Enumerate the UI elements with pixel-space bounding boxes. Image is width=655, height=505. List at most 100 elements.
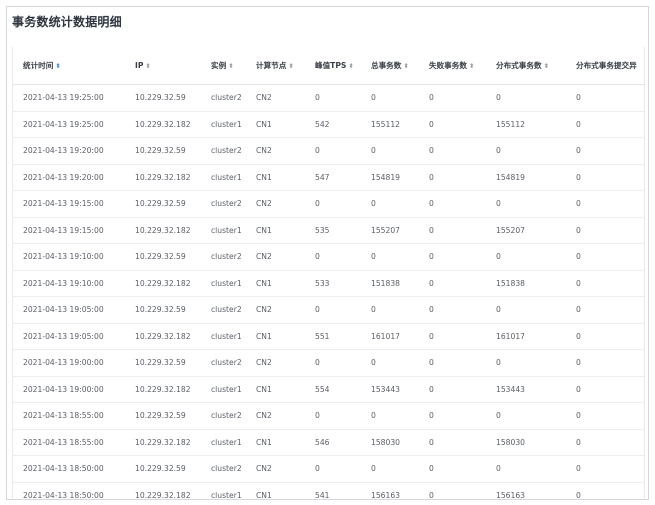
column-header-label: 统计时间 <box>23 61 54 70</box>
table-cell: cluster2 <box>201 349 246 377</box>
table-row[interactable]: 2021-04-13 19:00:00 10.229.32.59 cluster2 C… <box>13 349 644 377</box>
table-cell: cluster1 <box>201 376 246 403</box>
table-row[interactable]: 2021-04-13 19:10:00 10.229.32.59 cluster2 C… <box>13 243 644 271</box>
table-row[interactable]: 2021-04-13 19:15:00 10.229.32.59 cluster2 C… <box>13 190 644 218</box>
table-row[interactable]: 2021-04-13 18:50:00 10.229.32.182 cluster1… <box>13 482 644 499</box>
table-cell: 158030 <box>486 429 566 456</box>
table-cell: 2021-04-13 18:50:00 <box>13 455 125 483</box>
sort-icon[interactable]: ⬍ <box>288 62 293 70</box>
table-cell: 0 <box>419 164 486 191</box>
table-cell: 0 <box>305 296 361 324</box>
table-cell: 0 <box>419 84 486 112</box>
table-cell: 156163 <box>361 482 419 499</box>
column-header-4[interactable]: 峰值TPS ⬍ <box>305 47 361 85</box>
table-row[interactable]: 2021-04-13 18:55:00 10.229.32.59 cluster2 C… <box>13 402 644 430</box>
table-cell: CN2 <box>246 137 305 165</box>
table-row[interactable]: 2021-04-13 19:20:00 10.229.32.59 cluster2 C… <box>13 137 644 165</box>
column-header-label: 分布式事务数 <box>496 61 542 70</box>
table-cell: 155207 <box>361 217 419 244</box>
table-cell: 0 <box>566 455 644 483</box>
table-cell: 0 <box>419 349 486 377</box>
column-header-7[interactable]: 分布式事务数 ⬍ <box>486 47 566 85</box>
column-header-label: 峰值TPS <box>315 61 347 70</box>
table-cell: 0 <box>566 84 644 112</box>
column-header-label: 总事务数 <box>371 61 402 70</box>
table-cell: CN1 <box>246 323 305 350</box>
table-cell: cluster1 <box>201 429 246 456</box>
table-row[interactable]: 2021-04-13 18:55:00 10.229.32.182 cluster1… <box>13 429 644 456</box>
table-cell: 10.229.32.59 <box>125 296 201 324</box>
table-cell: cluster2 <box>201 243 246 271</box>
column-header-8[interactable]: 分布式事务提交异 <box>566 47 644 85</box>
table-container[interactable]: 统计时间 ⬍ IP ⬍ 实例 ⬍ 计算节点 ⬍ 峰值TPS ⬍ 总事务数 ⬍ 失败事务数 ⬍ 分布式事务数 ⬍… <box>12 47 645 499</box>
table-cell: 10.229.32.59 <box>125 243 201 271</box>
sort-icon[interactable]: ⬍ <box>55 62 60 70</box>
sort-icon[interactable]: ⬍ <box>403 62 408 70</box>
table-cell: 0 <box>566 429 644 456</box>
table-cell: CN2 <box>246 349 305 377</box>
table-cell: 0 <box>486 402 566 430</box>
table-row[interactable]: 2021-04-13 18:50:00 10.229.32.59 cluster2 C… <box>13 455 644 483</box>
column-header-3[interactable]: 计算节点 ⬍ <box>246 47 305 85</box>
table-cell: 156163 <box>486 482 566 499</box>
table-cell: 0 <box>361 349 419 377</box>
table-row[interactable]: 2021-04-13 19:15:00 10.229.32.182 cluster1… <box>13 217 644 244</box>
table-cell: cluster1 <box>201 217 246 244</box>
table-cell: CN1 <box>246 429 305 456</box>
table-row[interactable]: 2021-04-13 19:20:00 10.229.32.182 cluster1… <box>13 164 644 191</box>
table-cell: cluster2 <box>201 190 246 218</box>
sort-icon[interactable]: ⬍ <box>145 62 150 70</box>
column-header-1[interactable]: IP ⬍ <box>125 47 201 85</box>
table-cell: 10.229.32.59 <box>125 349 201 377</box>
table-row[interactable]: 2021-04-13 19:25:00 10.229.32.59 cluster2 C… <box>13 84 644 112</box>
table-cell: 2021-04-13 19:10:00 <box>13 243 125 271</box>
table-cell: 2021-04-13 19:25:00 <box>13 84 125 112</box>
table-row[interactable]: 2021-04-13 19:25:00 10.229.32.182 cluster1… <box>13 111 644 138</box>
table-cell: cluster2 <box>201 402 246 430</box>
table-cell: CN2 <box>246 296 305 324</box>
table-row[interactable]: 2021-04-13 19:10:00 10.229.32.182 cluster1… <box>13 270 644 297</box>
table-cell: 0 <box>566 482 644 499</box>
table-cell: 0 <box>419 217 486 244</box>
table-cell: 0 <box>361 190 419 218</box>
table-cell: 0 <box>566 376 644 403</box>
column-header-0[interactable]: 统计时间 ⬍ <box>13 47 125 85</box>
table-cell: 10.229.32.182 <box>125 164 201 191</box>
table-row[interactable]: 2021-04-13 19:05:00 10.229.32.182 cluster1… <box>13 323 644 350</box>
table-cell: 2021-04-13 19:20:00 <box>13 137 125 165</box>
table-cell: cluster2 <box>201 455 246 483</box>
table-cell: 0 <box>566 270 644 297</box>
sort-icon[interactable]: ⬍ <box>348 62 353 70</box>
table-cell: 0 <box>361 455 419 483</box>
sort-icon[interactable]: ⬍ <box>228 62 233 70</box>
table-cell: 0 <box>486 137 566 165</box>
table-row[interactable]: 2021-04-13 19:05:00 10.229.32.59 cluster2 C… <box>13 296 644 324</box>
table-cell: CN1 <box>246 376 305 403</box>
column-header-2[interactable]: 实例 ⬍ <box>201 47 246 85</box>
table-cell: 10.229.32.182 <box>125 111 201 138</box>
table-cell: CN1 <box>246 111 305 138</box>
table-cell: 0 <box>566 323 644 350</box>
table-cell: 0 <box>419 429 486 456</box>
table-row[interactable]: 2021-04-13 19:00:00 10.229.32.182 cluster1… <box>13 376 644 403</box>
column-header-label: 计算节点 <box>256 61 287 70</box>
table-cell: 0 <box>305 243 361 271</box>
table-cell: 10.229.32.59 <box>125 137 201 165</box>
table-cell: 0 <box>566 164 644 191</box>
page-title: 事务数统计数据明细 <box>12 15 122 29</box>
table-cell: 0 <box>305 137 361 165</box>
table-cell: 158030 <box>361 429 419 456</box>
sort-icon[interactable]: ⬍ <box>544 62 549 70</box>
column-header-6[interactable]: 失败事务数 ⬍ <box>419 47 486 85</box>
table-cell: 535 <box>305 217 361 244</box>
column-header-5[interactable]: 总事务数 ⬍ <box>361 47 419 85</box>
table-cell: 151838 <box>486 270 566 297</box>
table-cell: 554 <box>305 376 361 403</box>
detail-panel: 事务数统计数据明细 统计时间 ⬍ IP ⬍ 实例 ⬍ 计算节点 ⬍ 峰值TPS ⬍ 总事务数 ⬍ 失败事… <box>6 6 649 500</box>
column-header-label: 实例 <box>211 61 227 70</box>
table-cell: 155112 <box>486 111 566 138</box>
table-cell: cluster2 <box>201 84 246 112</box>
sort-icon[interactable]: ⬍ <box>469 62 474 70</box>
table-cell: 10.229.32.182 <box>125 482 201 499</box>
table-cell: 0 <box>486 190 566 218</box>
